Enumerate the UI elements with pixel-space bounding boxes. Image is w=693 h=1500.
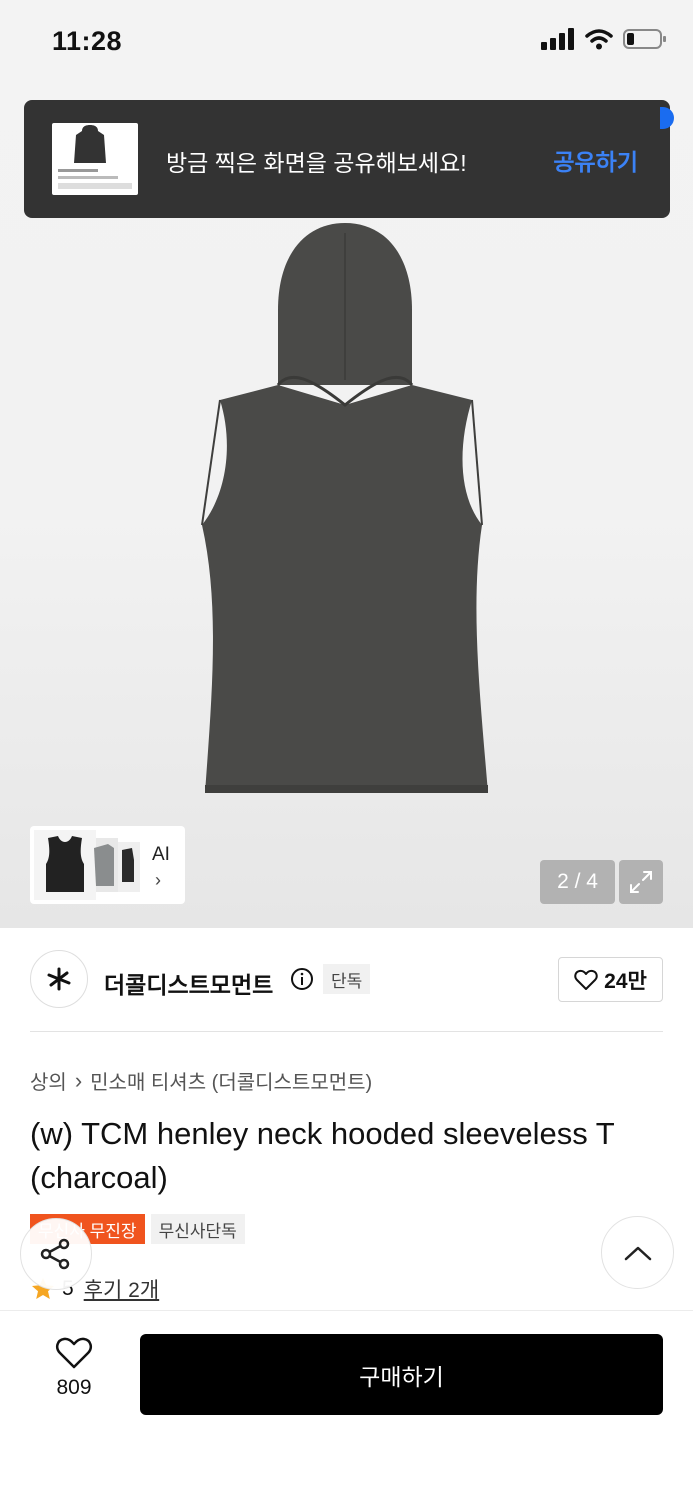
share-floating-button[interactable] xyxy=(20,1218,92,1290)
brand-like-button[interactable]: 24만 xyxy=(558,957,663,1002)
chevron-right-icon: › xyxy=(155,870,161,890)
buy-button[interactable]: 구매하기 xyxy=(140,1334,663,1415)
brand-like-count: 24만 xyxy=(604,969,647,993)
brand-name[interactable]: 더콜디스트모먼트 xyxy=(104,966,273,1000)
ai-recommendation-button[interactable]: AI › xyxy=(30,826,185,904)
screenshot-thumbnail xyxy=(52,123,138,195)
image-pager: 2 / 4 xyxy=(540,860,615,904)
tag-exclusive: 무신사단독 xyxy=(150,1214,245,1244)
expand-icon xyxy=(630,871,652,893)
wifi-icon xyxy=(585,29,613,50)
notification-dot xyxy=(660,107,674,129)
product-gallery[interactable]: 11:28 방금 찍은 화면을 공유해보세요! 공유하기 AI › 2 / 4 xyxy=(0,0,693,928)
status-icons xyxy=(541,28,667,50)
review-link[interactable]: 후기 2개 xyxy=(84,1274,159,1304)
scroll-top-button[interactable] xyxy=(601,1216,674,1289)
exclusive-badge: 단독 xyxy=(323,964,371,994)
signal-icon xyxy=(541,28,574,50)
brand-logo[interactable] xyxy=(30,950,88,1008)
heart-icon xyxy=(55,1337,93,1369)
breadcrumb-subcategory[interactable]: 민소매 티셔츠 (더콜디스트모먼트) xyxy=(90,1066,372,1095)
star-burst-logo-icon xyxy=(47,967,71,991)
chevron-up-icon xyxy=(624,1246,651,1260)
product-image xyxy=(201,223,488,793)
product-page: 11:28 방금 찍은 화면을 공유해보세요! 공유하기 AI › 2 / 4 … xyxy=(0,0,693,1500)
status-bar: 11:28 xyxy=(0,0,693,84)
ai-label: AI xyxy=(152,844,170,865)
related-items-thumbnail xyxy=(34,830,140,900)
wishlist-button[interactable]: 809 xyxy=(40,1336,108,1400)
chevron-right-icon: › xyxy=(74,1067,83,1093)
share-button[interactable]: 공유하기 xyxy=(553,143,638,177)
toast-message: 방금 찍은 화면을 공유해보세요! xyxy=(166,150,467,176)
wishlist-count: 809 xyxy=(56,1376,92,1399)
divider xyxy=(30,1031,663,1032)
share-toast: 방금 찍은 화면을 공유해보세요! 공유하기 xyxy=(24,100,670,218)
status-time: 11:28 xyxy=(52,26,123,56)
heart-icon xyxy=(574,969,598,990)
product-title: (w) TCM henley neck hooded sleeveless T … xyxy=(30,1116,615,1195)
expand-button[interactable] xyxy=(619,860,663,904)
breadcrumb-category[interactable]: 상의 xyxy=(30,1066,67,1095)
share-icon xyxy=(40,1238,70,1270)
breadcrumb: 상의 › 민소매 티셔츠 (더콜디스트모먼트) xyxy=(30,1066,372,1095)
battery-icon xyxy=(623,29,666,49)
info-icon[interactable] xyxy=(290,967,314,991)
